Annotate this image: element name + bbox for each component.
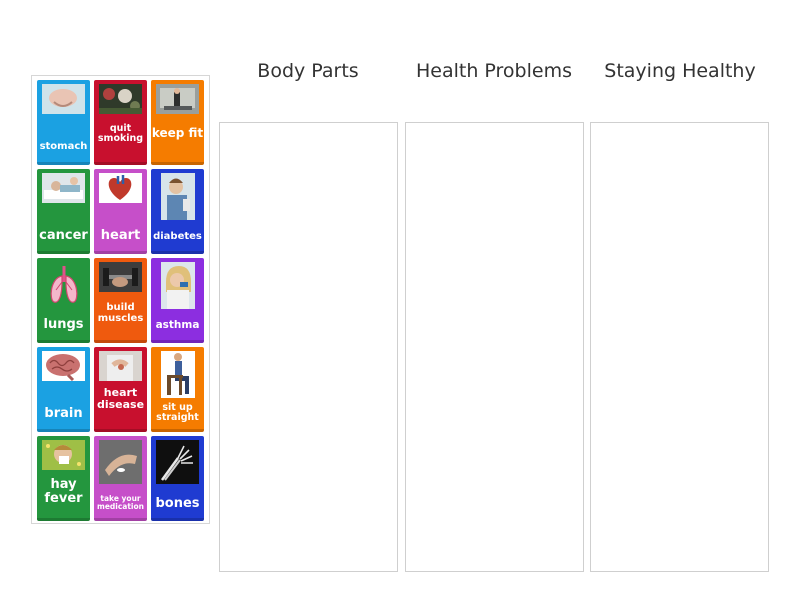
keep-fit-image [156, 84, 199, 114]
heart-disease-image [99, 351, 142, 381]
card-keep-fit[interactable]: keep fit [151, 80, 204, 165]
card-label: cancer [39, 228, 88, 243]
card-build-muscles[interactable]: build muscles [94, 258, 147, 343]
card-label: take your medication [97, 494, 144, 512]
quit-smoking-image [99, 84, 142, 114]
card-label: sit up straight [156, 402, 199, 424]
card-diabetes[interactable]: diabetes [151, 169, 204, 254]
lungs-image [47, 262, 81, 309]
card-label: hay fever [44, 477, 83, 507]
card-label: keep fit [151, 126, 204, 140]
heart-image [99, 173, 142, 203]
card-bones[interactable]: bones [151, 436, 204, 521]
cancer-image [42, 173, 85, 203]
card-label: diabetes [153, 231, 202, 242]
card-label: bones [155, 496, 200, 511]
card-heart-disease[interactable]: heart disease [94, 347, 147, 432]
card-heart[interactable]: heart [94, 169, 147, 254]
hay-fever-image [42, 440, 85, 470]
stomach-image [42, 84, 85, 114]
card-label: lungs [43, 317, 84, 332]
card-label: quit smoking [97, 123, 144, 145]
card-bank: stomach quit smoking keep fit cancer hea… [31, 75, 210, 524]
card-label: brain [44, 406, 83, 421]
card-quit-smoking[interactable]: quit smoking [94, 80, 147, 165]
card-lungs[interactable]: lungs [37, 258, 90, 343]
card-label: stomach [39, 141, 88, 152]
card-asthma[interactable]: asthma [151, 258, 204, 343]
take-your-medication-image [99, 440, 142, 484]
column-title-health-problems: Health Problems [415, 60, 572, 82]
card-label: heart [100, 228, 141, 243]
column-title-body-parts: Body Parts [257, 60, 359, 82]
column-title-staying-healthy: Staying Healthy [604, 60, 756, 82]
drop-zone-body-parts[interactable] [219, 122, 398, 572]
card-brain[interactable]: brain [37, 347, 90, 432]
diabetes-image [161, 173, 195, 220]
card-cancer[interactable]: cancer [37, 169, 90, 254]
card-label: build muscles [97, 302, 144, 324]
drop-zone-health-problems[interactable] [405, 122, 584, 572]
card-label: heart disease [96, 386, 145, 412]
sit-up-straight-image [161, 351, 195, 398]
card-take-your-medication[interactable]: take your medication [94, 436, 147, 521]
brain-image [42, 351, 85, 381]
card-hay-fever[interactable]: hay fever [37, 436, 90, 521]
card-sit-up-straight[interactable]: sit up straight [151, 347, 204, 432]
card-stomach[interactable]: stomach [37, 80, 90, 165]
drop-zone-staying-healthy[interactable] [590, 122, 769, 572]
asthma-image [161, 262, 195, 309]
build-muscles-image [99, 262, 142, 292]
card-label: asthma [155, 319, 200, 331]
bones-image [156, 440, 199, 484]
